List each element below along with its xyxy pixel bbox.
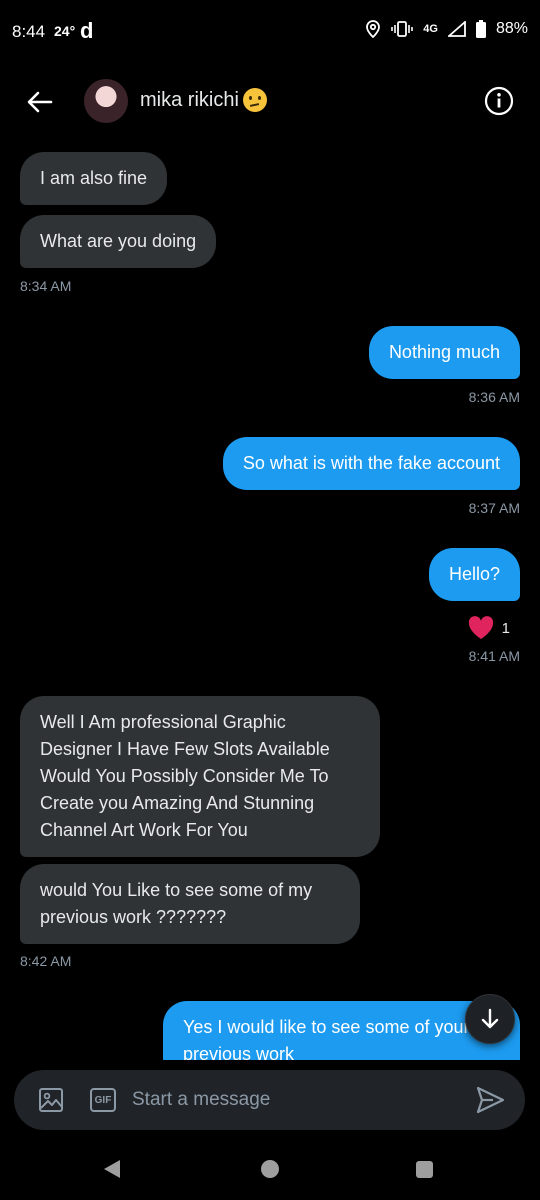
- vibrate-icon: [391, 21, 414, 37]
- gif-button[interactable]: GIF: [90, 1088, 116, 1112]
- battery-icon: [475, 20, 486, 38]
- status-temperature: 24°: [54, 23, 76, 39]
- outgoing-message[interactable]: So what is with the fake account: [222, 437, 520, 490]
- nav-recents-icon[interactable]: [416, 1161, 433, 1178]
- contact-name[interactable]: mika rikichi: [140, 88, 267, 112]
- incoming-message[interactable]: I am also fine: [20, 152, 168, 205]
- incoming-message[interactable]: What are you doing: [20, 215, 217, 268]
- contact-name-text: mika rikichi: [140, 88, 239, 111]
- contact-avatar[interactable]: [84, 79, 128, 123]
- add-image-button[interactable]: [38, 1087, 64, 1113]
- info-button[interactable]: [484, 86, 514, 116]
- signal-icon: [447, 21, 466, 37]
- network-type-icon: 4G: [423, 23, 438, 35]
- message-input[interactable]: [132, 1080, 462, 1120]
- thinking-face-emoji-icon: [242, 88, 267, 112]
- status-icons: 4G 88%: [365, 20, 528, 38]
- conversation-header: mika rikichi: [0, 64, 540, 140]
- message-composer: GIF: [14, 1070, 525, 1130]
- status-time: 8:44: [12, 22, 46, 41]
- arrow-left-icon: [27, 91, 53, 113]
- message-timestamp: 8:37 AM: [468, 500, 520, 516]
- status-bar: 8:44 24° d 4G 88%: [0, 0, 540, 64]
- incoming-message[interactable]: would You Like to see some of my previou…: [20, 864, 360, 944]
- message-reaction[interactable]: 1: [468, 616, 510, 640]
- battery-percentage: 88%: [495, 20, 528, 37]
- nav-home-icon[interactable]: [261, 1160, 279, 1178]
- outgoing-message[interactable]: Hello?: [428, 548, 520, 601]
- reaction-count: 1: [501, 619, 510, 637]
- message-timestamp: 8:42 AM: [20, 953, 72, 969]
- back-button[interactable]: [22, 84, 58, 120]
- app-notification-icon: d: [80, 18, 94, 43]
- outgoing-message[interactable]: Nothing much: [368, 326, 520, 379]
- scroll-to-bottom-button[interactable]: [465, 994, 515, 1044]
- nav-back-icon[interactable]: [104, 1160, 120, 1178]
- message-timestamp: 8:41 AM: [468, 648, 520, 664]
- message-timestamp: 8:36 AM: [468, 389, 520, 405]
- message-thread[interactable]: I am also fine What are you doing 8:34 A…: [0, 140, 540, 1060]
- location-icon: [366, 20, 381, 38]
- send-button[interactable]: [475, 1085, 505, 1115]
- system-navigation-bar: [0, 1140, 540, 1200]
- incoming-message[interactable]: Well I Am professional Graphic Designer …: [20, 696, 380, 857]
- heart-icon: [468, 616, 493, 639]
- arrow-down-icon: [481, 1008, 499, 1029]
- message-timestamp: 8:34 AM: [20, 278, 72, 294]
